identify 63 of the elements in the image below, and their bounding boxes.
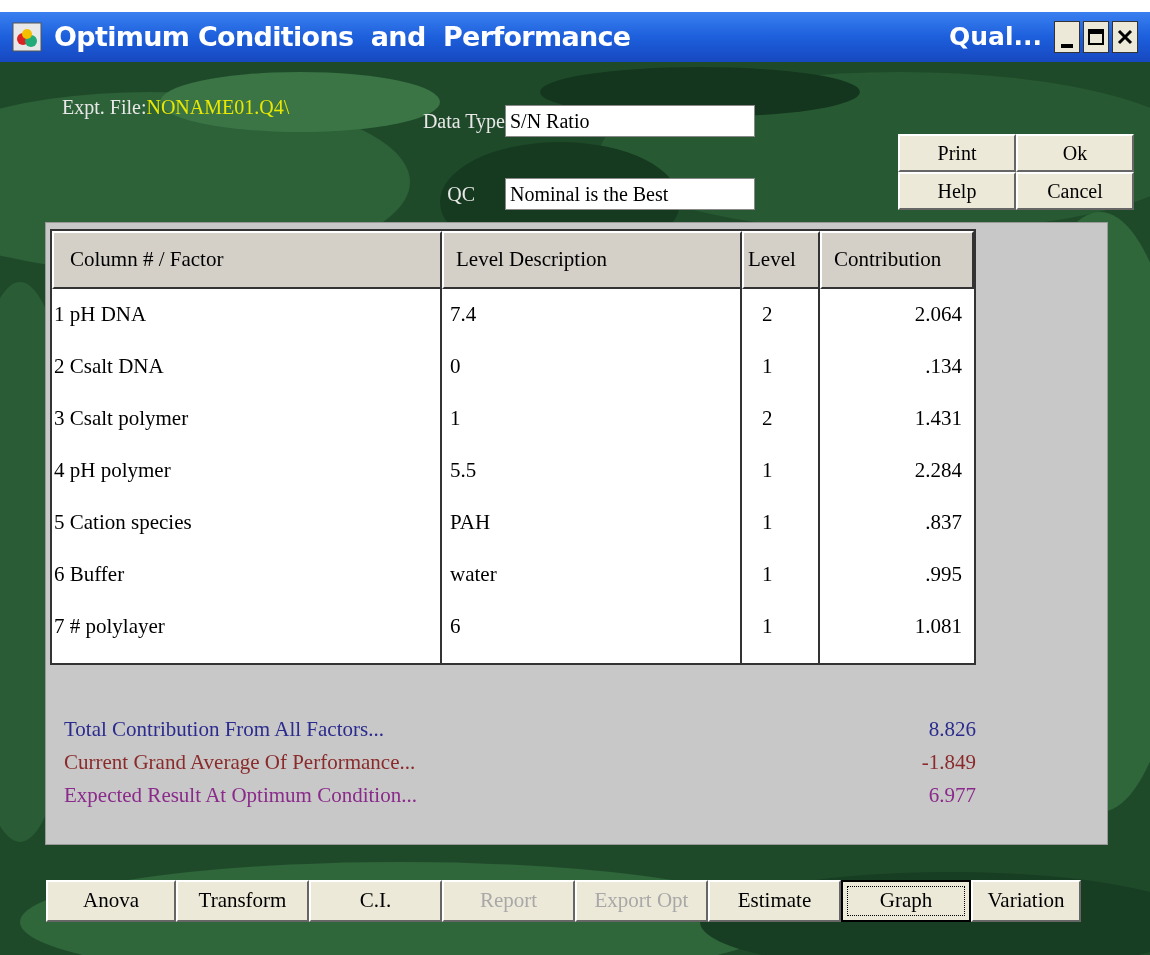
toolbar-button[interactable]: Estimate <box>708 880 841 922</box>
table-cell-text: 2.284 <box>913 457 963 485</box>
expt-file-name: NONAME01.Q4\ <box>146 96 290 118</box>
table-cell: 2 <box>742 289 820 341</box>
table-cell: 0 <box>442 341 742 393</box>
column-header: Contribution <box>820 231 974 289</box>
maximize-icon <box>1088 29 1104 45</box>
table-cell-text: 1.431 <box>913 405 963 433</box>
toolbar-button[interactable]: Variation <box>971 880 1081 922</box>
minimize-icon <box>1061 44 1073 48</box>
toolbar-button[interactable]: Graph <box>841 880 971 922</box>
table-cell: 1 <box>442 393 742 445</box>
column-header: Level Description <box>442 231 742 289</box>
table-cell: 1 <box>742 497 820 549</box>
summary-label: Current Grand Average Of Performance... <box>64 748 416 776</box>
close-icon <box>1117 29 1133 45</box>
table-cell: 1 <box>742 549 820 601</box>
summary-value: 8.826 <box>928 715 976 743</box>
column-header: Level <box>742 231 820 289</box>
summary-value: -1.849 <box>921 748 976 776</box>
table-cell-text: 2.064 <box>913 301 963 329</box>
column-header: Column # / Factor <box>52 231 442 289</box>
dialog-button[interactable]: Print <box>898 134 1016 172</box>
table-cell: 7 # polylayer <box>52 601 442 653</box>
dialog-button[interactable]: Cancel <box>1016 172 1134 210</box>
table-cell: 5.5 <box>442 445 742 497</box>
table-cell: 1 pH DNA <box>52 289 442 341</box>
data-type-label: Data Type <box>421 108 505 135</box>
maximize-button[interactable] <box>1083 21 1109 53</box>
window-title: Optimum Conditions and Performance <box>54 19 632 54</box>
toolbar-button[interactable]: C.I. <box>309 880 442 922</box>
toolbar-button[interactable]: Transform <box>176 880 309 922</box>
table-cell-text: .995 <box>924 561 963 589</box>
table-cell: 5 Cation species <box>52 497 442 549</box>
table-cell: 1 <box>742 601 820 653</box>
table-cell-text: .134 <box>924 353 963 381</box>
table-cell: water <box>442 549 742 601</box>
table-cell: 6 <box>442 601 742 653</box>
table-cell: 1 <box>742 445 820 497</box>
app-title: Qual... <box>949 21 1042 54</box>
app-icon <box>12 22 42 52</box>
minimize-button[interactable] <box>1054 21 1080 53</box>
table-cell: 2 <box>742 393 820 445</box>
table-cell-text: .837 <box>924 509 963 537</box>
table-cell: 4 pH polymer <box>52 445 442 497</box>
table-cell-text: 1.081 <box>913 613 963 641</box>
summary-label: Expected Result At Optimum Condition... <box>64 781 417 809</box>
data-type-field[interactable]: S/N Ratio <box>505 104 755 137</box>
summary-value: 6.977 <box>928 781 976 809</box>
table-cell: 1 <box>742 341 820 393</box>
qc-field[interactable]: Nominal is the Best <box>505 177 755 210</box>
toolbar-button[interactable]: Anova <box>46 880 176 922</box>
table-cell: 3 Csalt polymer <box>52 393 442 445</box>
table-cell: 7.4 <box>442 289 742 341</box>
dialog-button[interactable]: Help <box>898 172 1016 210</box>
dialog-button[interactable]: Ok <box>1016 134 1134 172</box>
summary-label: Total Contribution From All Factors... <box>64 715 384 743</box>
expt-file-label: Expt. File: <box>62 96 147 118</box>
qc-label: QC <box>446 181 476 207</box>
table-cell: 2 Csalt DNA <box>52 341 442 393</box>
table-cell: PAH <box>442 497 742 549</box>
close-button[interactable] <box>1112 21 1138 53</box>
table-cell: 6 Buffer <box>52 549 442 601</box>
